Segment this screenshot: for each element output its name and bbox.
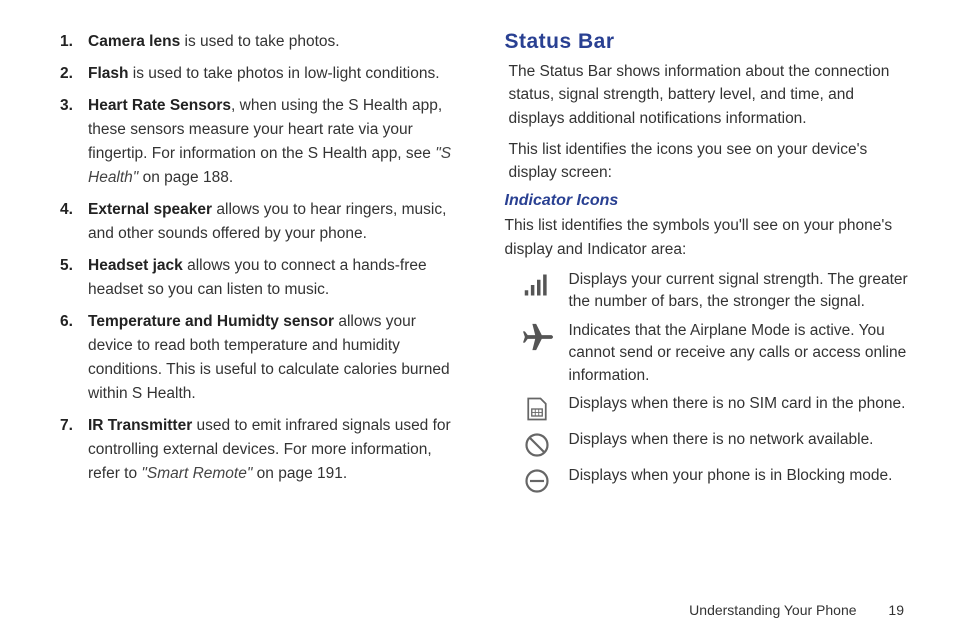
right-column: Status Bar The Status Bar shows informat… bbox=[500, 30, 910, 501]
item-text: External speaker allows you to hear ring… bbox=[88, 198, 465, 246]
icon-description: Displays when your phone is in Blocking … bbox=[569, 465, 910, 487]
item-number: 1. bbox=[60, 30, 88, 54]
item-text: Headset jack allows you to connect a han… bbox=[88, 254, 465, 302]
status-bar-paragraph: This list identifies the icons you see o… bbox=[505, 138, 910, 185]
footer-section: Understanding Your Phone bbox=[689, 602, 856, 618]
feature-item: 3. Heart Rate Sensors, when using the S … bbox=[60, 94, 465, 190]
no-sim-icon bbox=[505, 393, 569, 423]
item-text: Camera lens is used to take photos. bbox=[88, 30, 465, 54]
footer: Understanding Your Phone 19 bbox=[689, 602, 904, 618]
icon-description: Displays your current signal strength. T… bbox=[569, 269, 910, 314]
item-number: 2. bbox=[60, 62, 88, 86]
blocking-mode-icon bbox=[505, 465, 569, 495]
cross-reference: "Smart Remote" bbox=[141, 465, 256, 482]
item-number: 5. bbox=[60, 254, 88, 302]
feature-list: 1. Camera lens is used to take photos. 2… bbox=[60, 30, 465, 486]
feature-item: 2. Flash is used to take photos in low-l… bbox=[60, 62, 465, 86]
icon-list: Displays your current signal strength. T… bbox=[505, 269, 910, 495]
page-number: 19 bbox=[888, 602, 904, 618]
icon-description: Displays when there is no SIM card in th… bbox=[569, 393, 910, 415]
icon-row: Displays your current signal strength. T… bbox=[505, 269, 910, 314]
item-number: 4. bbox=[60, 198, 88, 246]
icon-row: Displays when there is no network availa… bbox=[505, 429, 910, 459]
item-text: Flash is used to take photos in low-ligh… bbox=[88, 62, 465, 86]
feature-item: 1. Camera lens is used to take photos. bbox=[60, 30, 465, 54]
left-column: 1. Camera lens is used to take photos. 2… bbox=[60, 30, 465, 501]
item-text: Heart Rate Sensors, when using the S Hea… bbox=[88, 94, 465, 190]
icon-description: Displays when there is no network availa… bbox=[569, 429, 910, 451]
indicator-intro: This list identifies the symbols you'll … bbox=[505, 214, 910, 261]
icon-description: Indicates that the Airplane Mode is acti… bbox=[569, 320, 910, 387]
status-bar-paragraph: The Status Bar shows information about t… bbox=[505, 60, 910, 130]
item-number: 6. bbox=[60, 310, 88, 406]
no-network-icon bbox=[505, 429, 569, 459]
item-text: IR Transmitter used to emit infrared sig… bbox=[88, 414, 465, 486]
item-text: Temperature and Humidty sensor allows yo… bbox=[88, 310, 465, 406]
item-number: 3. bbox=[60, 94, 88, 190]
item-number: 7. bbox=[60, 414, 88, 486]
feature-item: 4. External speaker allows you to hear r… bbox=[60, 198, 465, 246]
airplane-mode-icon bbox=[505, 320, 569, 352]
icon-row: Displays when there is no SIM card in th… bbox=[505, 393, 910, 423]
icon-row: Indicates that the Airplane Mode is acti… bbox=[505, 320, 910, 387]
status-bar-heading: Status Bar bbox=[505, 30, 910, 54]
signal-strength-icon bbox=[505, 269, 569, 299]
indicator-icons-heading: Indicator Icons bbox=[505, 192, 910, 210]
icon-row: Displays when your phone is in Blocking … bbox=[505, 465, 910, 495]
feature-item: 5. Headset jack allows you to connect a … bbox=[60, 254, 465, 302]
feature-item: 7. IR Transmitter used to emit infrared … bbox=[60, 414, 465, 486]
feature-item: 6. Temperature and Humidty sensor allows… bbox=[60, 310, 465, 406]
